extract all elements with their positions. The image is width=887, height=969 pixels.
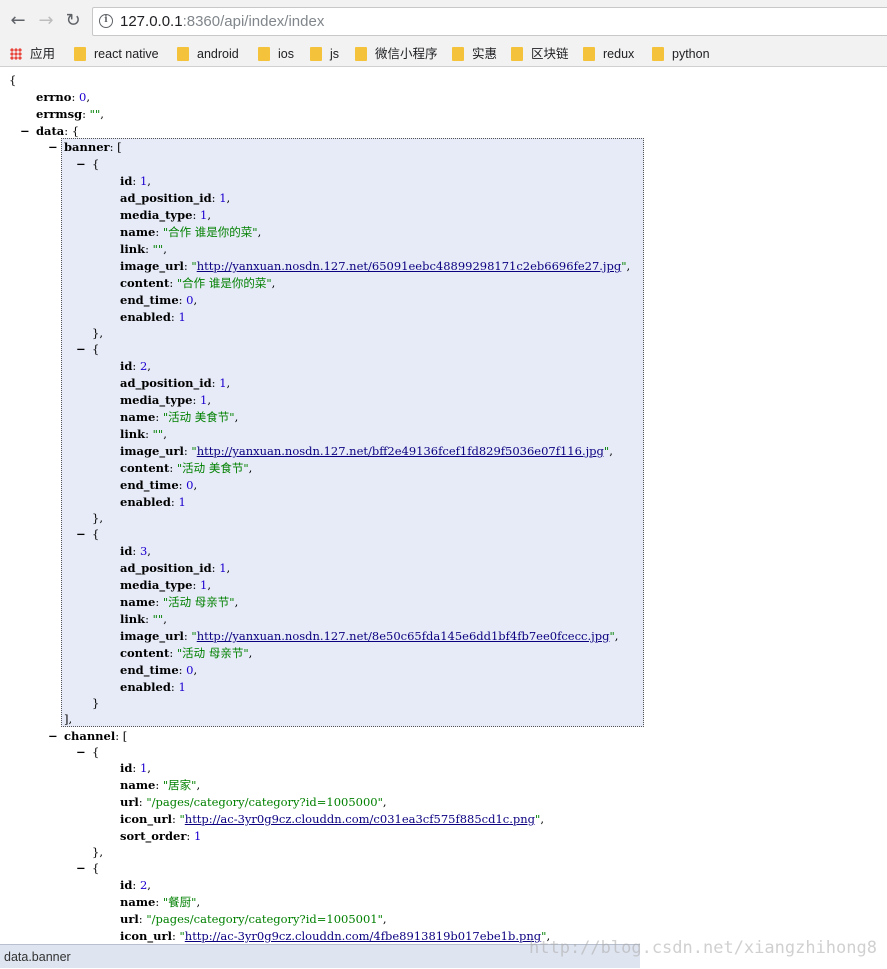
bookmark-apps[interactable]: 应用 (10, 44, 55, 64)
folder-icon (452, 47, 464, 61)
json-viewer: { errno: 0, errmsg: "", − data: { − bann… (0, 67, 887, 943)
json-field: url: "/pages/category/category?id=100500… (120, 795, 387, 809)
arrow-right-icon[interactable]: → (35, 10, 57, 32)
json-object-open: { (92, 861, 100, 875)
json-object-close: } (92, 696, 100, 710)
json-object-open: { (92, 527, 100, 541)
json-field: media_type: 1, (120, 393, 211, 407)
json-errno: errno: 0, (36, 90, 90, 104)
json-field: end_time: 0, (120, 478, 198, 492)
image-url-link[interactable]: http://yanxuan.nosdn.127.net/bff2e49136f… (197, 444, 604, 458)
collapse-toggle-channel-1[interactable]: − (76, 860, 86, 877)
json-field: image_url: "http://yanxuan.nosdn.127.net… (120, 444, 613, 458)
json-field: link: "", (120, 612, 167, 626)
folder-icon (355, 47, 367, 61)
json-field: ad_position_id: 1, (120, 376, 231, 390)
icon-url-link[interactable]: http://ac-3yr0g9cz.clouddn.com/4fbe89138… (185, 929, 541, 943)
bookmark-ios[interactable]: ios (258, 44, 294, 64)
json-field: content: "合作 谁是你的菜", (120, 276, 276, 290)
json-field: end_time: 0, (120, 663, 198, 677)
json-object-open: { (92, 745, 100, 759)
reload-icon[interactable]: ↻ (62, 10, 84, 32)
folder-icon (177, 47, 189, 61)
bookmark-shihui[interactable]: 实惠 (452, 44, 497, 64)
info-icon[interactable]: i (99, 14, 113, 28)
json-array-close: ], (64, 712, 73, 726)
json-field: enabled: 1 (120, 495, 186, 509)
bookmark-wechat-miniprogram[interactable]: 微信小程序 (355, 44, 438, 64)
bookmark-blockchain[interactable]: 区块链 (511, 44, 569, 64)
arrow-left-icon[interactable]: ← (7, 10, 29, 32)
bookmark-js[interactable]: js (310, 44, 339, 64)
json-field: id: 2, (120, 359, 151, 373)
collapse-toggle-channel[interactable]: − (48, 728, 58, 745)
json-field: image_url: "http://yanxuan.nosdn.127.net… (120, 629, 619, 643)
json-field: url: "/pages/category/category?id=100500… (120, 912, 387, 926)
json-data: data: { (36, 124, 80, 138)
bookmark-android[interactable]: android (177, 44, 239, 64)
json-channel: channel: [ (64, 729, 128, 743)
folder-icon (310, 47, 322, 61)
json-field: name: "居家", (120, 778, 201, 792)
json-field: media_type: 1, (120, 208, 211, 222)
json-field: enabled: 1 (120, 310, 186, 324)
json-field: link: "", (120, 242, 167, 256)
json-field: media_type: 1, (120, 578, 211, 592)
url-text[interactable]: 127.0.0.1:8360/api/index/index (120, 13, 324, 30)
json-field: name: "合作 谁是你的菜", (120, 225, 262, 239)
json-field: content: "活动 美食节", (120, 461, 253, 475)
json-object-close: }, (92, 511, 103, 525)
json-field: name: "餐厨", (120, 895, 201, 909)
icon-url-link[interactable]: http://ac-3yr0g9cz.clouddn.com/c031ea3cf… (185, 812, 535, 826)
collapse-toggle-data[interactable]: − (20, 123, 30, 140)
json-field: enabled: 1 (120, 680, 186, 694)
collapse-toggle-banner-2[interactable]: − (76, 526, 86, 543)
json-field: sort_order: 1 (120, 829, 202, 843)
json-field: image_url: "http://yanxuan.nosdn.127.net… (120, 259, 631, 273)
folder-icon (652, 47, 664, 61)
json-field: link: "", (120, 427, 167, 441)
json-object-close: }, (92, 326, 103, 340)
address-bar[interactable]: i 127.0.0.1:8360/api/index/index (92, 7, 887, 36)
browser-toolbar: ← → ↻ i 127.0.0.1:8360/api/index/index (0, 0, 887, 42)
collapse-toggle-channel-0[interactable]: − (76, 744, 86, 761)
json-errmsg: errmsg: "", (36, 107, 104, 121)
json-object-close: }, (92, 845, 103, 859)
json-field: name: "活动 母亲节", (120, 595, 239, 609)
json-field: id: 1, (120, 761, 151, 775)
json-field: content: "活动 母亲节", (120, 646, 253, 660)
json-object-open: { (92, 342, 100, 356)
json-open-brace: { (9, 73, 17, 87)
json-field: ad_position_id: 1, (120, 561, 231, 575)
folder-icon (583, 47, 595, 61)
json-field: ad_position_id: 1, (120, 191, 231, 205)
apps-grid-icon (10, 48, 22, 60)
image-url-link[interactable]: http://yanxuan.nosdn.127.net/65091eebc48… (197, 259, 621, 273)
collapse-toggle-banner[interactable]: − (48, 139, 58, 156)
json-object-open: { (92, 157, 100, 171)
folder-icon (511, 47, 523, 61)
folder-icon (74, 47, 86, 61)
json-field: icon_url: "http://ac-3yr0g9cz.clouddn.co… (120, 812, 544, 826)
json-field: icon_url: "http://ac-3yr0g9cz.clouddn.co… (120, 929, 551, 943)
json-field: id: 2, (120, 878, 151, 892)
json-field: id: 3, (120, 544, 151, 558)
bookmark-react-native[interactable]: react native (74, 44, 159, 64)
json-field: id: 1, (120, 174, 151, 188)
collapse-toggle-banner-1[interactable]: − (76, 341, 86, 358)
bookmark-python[interactable]: python (652, 44, 710, 64)
collapse-toggle-banner-0[interactable]: − (76, 156, 86, 173)
bookmark-redux[interactable]: redux (583, 44, 634, 64)
bookmarks-bar: 应用 react native android ios js 微信小程序 实惠 … (0, 42, 887, 67)
watermark: http://blog.csdn.net/xiangzhihong8 (529, 938, 877, 958)
image-url-link[interactable]: http://yanxuan.nosdn.127.net/8e50c65fda1… (197, 629, 610, 643)
folder-icon (258, 47, 270, 61)
json-field: name: "活动 美食节", (120, 410, 239, 424)
json-banner: banner: [ (64, 140, 122, 154)
json-field: end_time: 0, (120, 293, 198, 307)
